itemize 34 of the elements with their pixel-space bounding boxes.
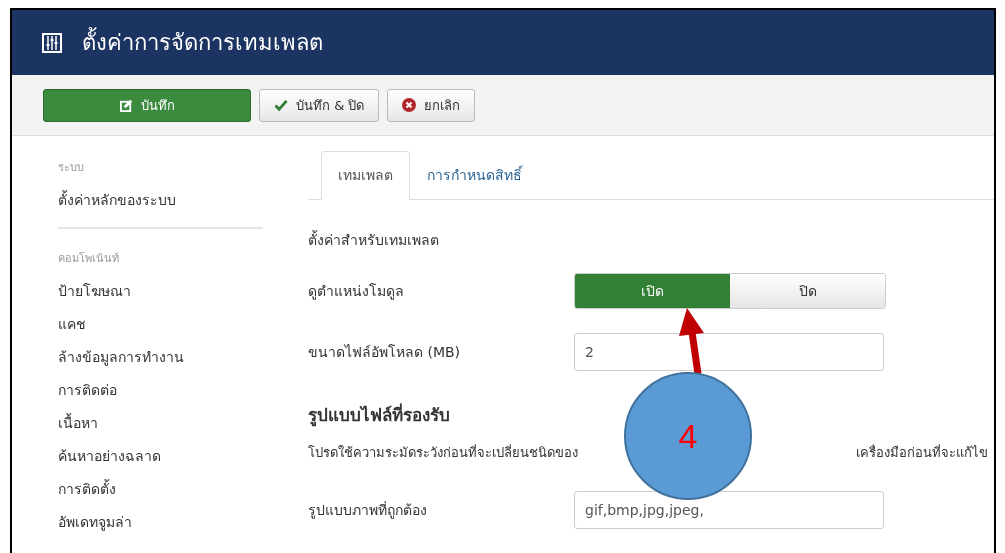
sidebar-link[interactable]: ป้ายโฆษณา <box>58 275 263 308</box>
notice-text: โปรดใช้ความระมัดระวังก่อนที่จะเปลี่ยนชนิดของ <box>308 443 578 462</box>
section-heading: รูปแบบไฟล์ที่รองรับ <box>308 402 451 428</box>
cancel-icon <box>402 98 417 112</box>
page-title: ตั้งค่าการจัดการเทมเพลต <box>82 25 323 60</box>
sliders-icon <box>42 32 62 53</box>
save-button[interactable]: บันทึก <box>43 88 251 122</box>
field-label: ขนาดไฟล์อัพโหลด (MB) <box>308 343 462 362</box>
sidebar-link[interactable]: เนื้อหา <box>58 407 263 440</box>
sidebar-link[interactable]: ค้นหาอย่างฉลาด <box>58 440 263 473</box>
section-caption: ตั้งค่าสำหรับเทมเพลต <box>308 229 440 250</box>
toggle-option[interactable]: ปิด <box>730 274 885 308</box>
notice-text: เครื่องมือก่อนที่จะแก้ไข <box>856 443 989 462</box>
toolbar-button[interactable]: บันทึก & ปิด <box>259 88 380 122</box>
section-heading: คอมโพเน้นท์ <box>58 251 120 267</box>
edit-icon <box>119 98 133 112</box>
sidebar-link[interactable]: ตั้งค่าหลักของระบบ <box>58 184 263 217</box>
toolbar-button[interactable]: ยกเลิก <box>387 88 476 122</box>
tab[interactable]: เทมเพลต <box>321 151 410 200</box>
sidebar-link[interactable]: ล้างข้อมูลการทำงาน <box>58 341 263 374</box>
arrow <box>679 308 705 374</box>
sidebar-link[interactable]: อัพเดทจูมล่า <box>58 506 263 539</box>
check-icon <box>274 98 288 112</box>
input-field[interactable]: gif,bmp,jpg,jpeg, <box>574 491 884 529</box>
toggle-option[interactable]: เปิด <box>575 274 730 308</box>
sidebar-link[interactable]: การติดต่อ <box>58 374 263 407</box>
sidebar-link[interactable]: แคช <box>58 308 263 341</box>
sidebar-link[interactable]: การติดตั้ง <box>58 473 263 506</box>
tab[interactable]: การกำหนดสิทธิ์ <box>410 151 539 199</box>
input-field[interactable]: 2 <box>574 333 884 371</box>
field-label: ดูตำแหน่งโมดูล <box>308 282 405 302</box>
field-label: รูปแบบภาพที่ถูกต้อง <box>308 500 428 521</box>
callout-circle: 4 <box>624 372 752 500</box>
section-heading: ระบบ <box>58 160 85 176</box>
